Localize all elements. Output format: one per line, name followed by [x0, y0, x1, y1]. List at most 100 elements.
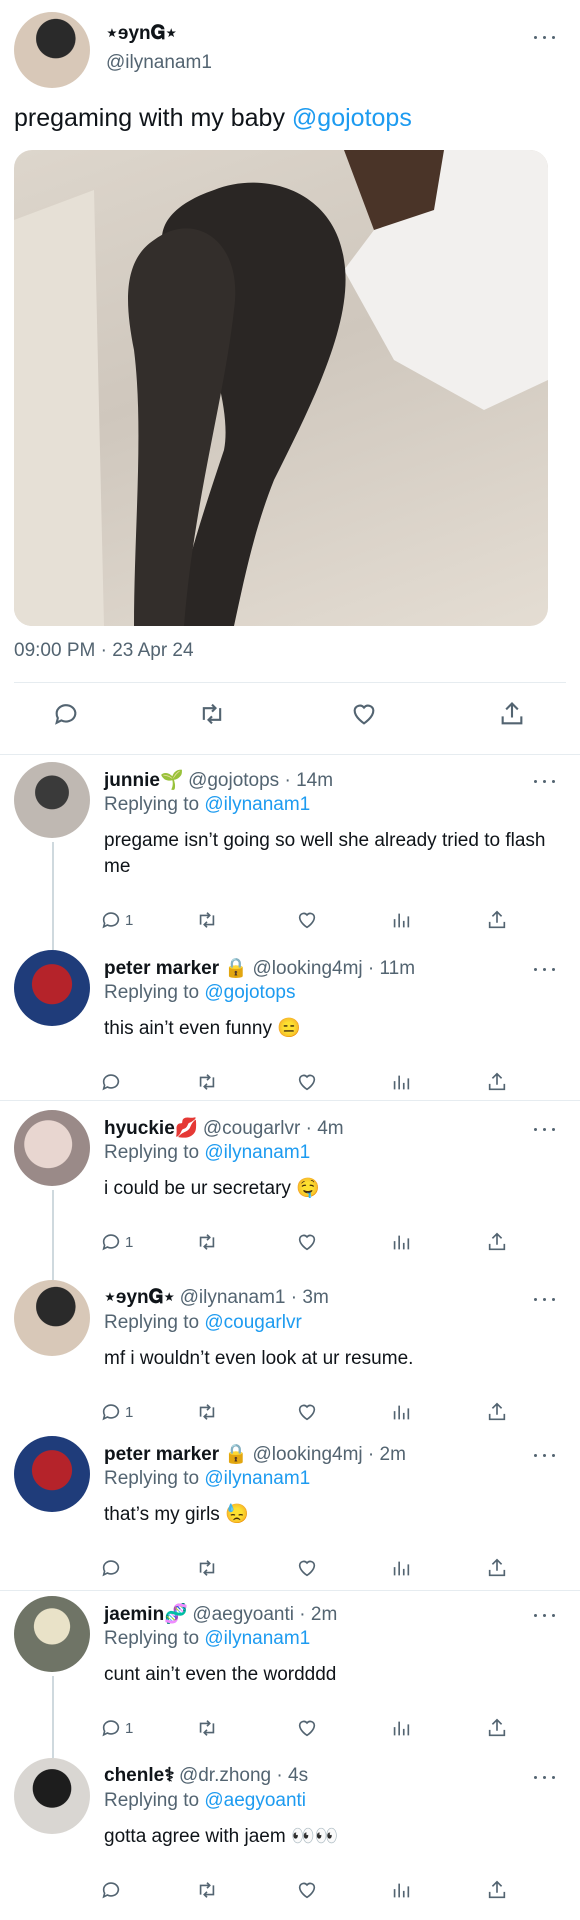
more-icon[interactable]	[534, 776, 558, 786]
retweet-button[interactable]	[196, 1876, 218, 1904]
share-button[interactable]	[498, 700, 526, 728]
share-button[interactable]	[486, 906, 508, 934]
author-display-name[interactable]: peter marker 🔒	[104, 958, 248, 979]
more-icon[interactable]	[534, 1772, 558, 1782]
views-button[interactable]	[390, 1398, 412, 1426]
retweet-icon	[199, 912, 215, 928]
avatar[interactable]	[14, 762, 90, 838]
retweet-icon	[199, 1074, 215, 1090]
replying-to-label: Replying to	[104, 1142, 200, 1163]
views-button[interactable]	[390, 1554, 412, 1582]
replying-to-mention[interactable]: @aegyoanti	[204, 1790, 306, 1811]
retweet-button[interactable]	[196, 1068, 218, 1096]
like-button[interactable]	[296, 1228, 318, 1256]
like-button[interactable]	[296, 1554, 318, 1582]
retweet-button[interactable]	[196, 1554, 218, 1582]
views-icon	[393, 1405, 410, 1420]
author-display-name[interactable]: jaemin🧬	[104, 1604, 188, 1625]
author-display-name[interactable]: hyuckie💋	[104, 1118, 198, 1139]
views-button[interactable]	[390, 1228, 412, 1256]
replying-to-label: Replying to	[104, 794, 200, 815]
reply-actions: 1	[100, 1228, 520, 1256]
retweet-button[interactable]	[196, 1228, 218, 1256]
replying-to-mention[interactable]: @ilynanam1	[204, 794, 310, 815]
author-handle[interactable]: @cougarlvr	[203, 1118, 300, 1139]
reply-count: 1	[125, 1719, 134, 1737]
like-button[interactable]	[296, 1714, 318, 1742]
avatar[interactable]	[14, 1758, 90, 1834]
like-button[interactable]	[350, 700, 378, 728]
more-icon[interactable]	[534, 1294, 558, 1304]
like-button[interactable]	[296, 1398, 318, 1426]
author-display-name[interactable]: chenle⚕	[104, 1765, 174, 1786]
views-button[interactable]	[390, 1876, 412, 1904]
like-button[interactable]	[296, 1876, 318, 1904]
views-button[interactable]	[390, 1068, 412, 1096]
reply-button[interactable]: 1	[100, 1398, 133, 1426]
like-button[interactable]	[296, 906, 318, 934]
retweet-icon	[199, 1234, 215, 1250]
tweet-photo[interactable]	[14, 150, 548, 626]
reply-icon	[102, 1404, 120, 1421]
author-handle[interactable]: @looking4mj	[253, 958, 363, 979]
reply-text: that’s my girls 😓	[104, 1504, 249, 1525]
author-handle[interactable]: @aegyoanti	[192, 1604, 294, 1625]
more-icon[interactable]	[534, 1450, 558, 1460]
share-button[interactable]	[486, 1068, 508, 1096]
reply-actions	[100, 1876, 520, 1904]
share-icon	[488, 1072, 506, 1091]
retweet-button[interactable]	[196, 906, 218, 934]
tweet-timestamp[interactable]: 09:00 PM · 23 Apr 24	[14, 640, 194, 662]
avatar[interactable]	[14, 1280, 90, 1356]
reply-icon	[102, 1234, 120, 1251]
share-button[interactable]	[486, 1228, 508, 1256]
share-button[interactable]	[486, 1554, 508, 1582]
author-handle[interactable]: @looking4mj	[253, 1444, 363, 1465]
avatar[interactable]	[14, 1596, 90, 1672]
author-display-name[interactable]: peter marker 🔒	[104, 1444, 248, 1465]
author-handle[interactable]: @dr.zhong	[179, 1765, 271, 1786]
more-icon[interactable]	[534, 32, 558, 42]
retweet-button[interactable]	[196, 1714, 218, 1742]
author-handle[interactable]: @ilynanam1	[180, 1287, 286, 1308]
avatar[interactable]	[14, 12, 90, 88]
reply-actions: 1	[100, 1398, 520, 1426]
author-handle[interactable]: @ilynanam1	[106, 52, 212, 74]
retweet-icon	[199, 1720, 215, 1736]
share-button[interactable]	[486, 1876, 508, 1904]
replying-to-mention[interactable]: @ilynanam1	[204, 1628, 310, 1649]
replying-to-mention[interactable]: @gojotops	[204, 982, 295, 1003]
reply-button[interactable]	[52, 700, 80, 728]
replying-to-mention[interactable]: @ilynanam1	[204, 1142, 310, 1163]
avatar[interactable]	[14, 1110, 90, 1186]
views-button[interactable]	[390, 1714, 412, 1742]
more-icon[interactable]	[534, 964, 558, 974]
reply-time: · 14m	[279, 770, 334, 791]
like-button[interactable]	[296, 1068, 318, 1096]
reply-time: · 11m	[362, 958, 416, 979]
replying-to-mention[interactable]: @ilynanam1	[204, 1468, 310, 1489]
reply-button[interactable]: 1	[100, 1714, 133, 1742]
reply-button[interactable]: 1	[100, 906, 133, 934]
avatar[interactable]	[14, 950, 90, 1026]
heart-icon	[298, 1074, 316, 1091]
author-display-name[interactable]: junnie🌱	[104, 770, 184, 791]
share-button[interactable]	[486, 1714, 508, 1742]
reply-button[interactable]	[100, 1876, 125, 1904]
avatar[interactable]	[14, 1436, 90, 1512]
author-display-name[interactable]: ⋆ɘyn𝐆⋆	[106, 22, 177, 45]
more-icon[interactable]	[534, 1610, 558, 1620]
reply-button[interactable]: 1	[100, 1228, 133, 1256]
views-button[interactable]	[390, 906, 412, 934]
retweet-button[interactable]	[196, 1398, 218, 1426]
author-display-name[interactable]: ⋆ɘyn𝐆⋆	[104, 1287, 175, 1308]
tweet-mention[interactable]: @gojotops	[292, 104, 412, 132]
author-handle[interactable]: @gojotops	[188, 770, 279, 791]
more-icon[interactable]	[534, 1124, 558, 1134]
reply-button[interactable]	[100, 1554, 125, 1582]
heart-icon	[298, 1234, 316, 1251]
replying-to-mention[interactable]: @cougarlvr	[204, 1312, 301, 1333]
retweet-button[interactable]	[198, 700, 226, 728]
reply-button[interactable]	[100, 1068, 125, 1096]
share-button[interactable]	[486, 1398, 508, 1426]
